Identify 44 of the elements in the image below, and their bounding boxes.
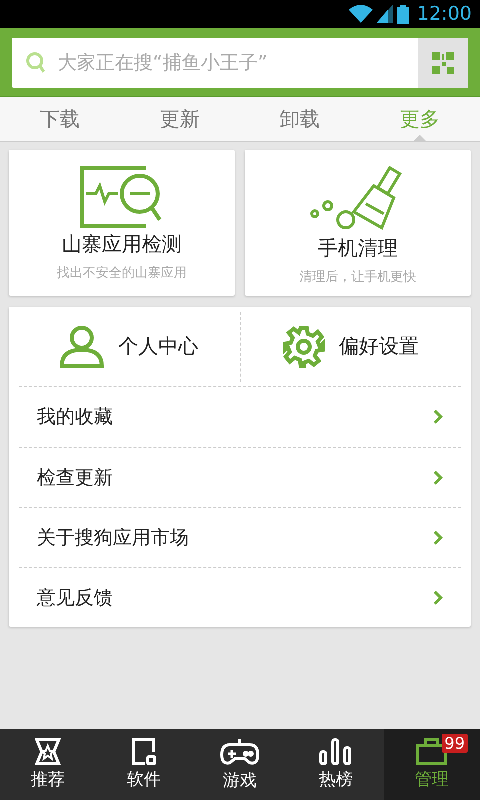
star-badge-icon — [35, 738, 61, 766]
shortcut-label[interactable]: 个人中心 — [118, 333, 198, 360]
person-icon — [60, 326, 104, 368]
feature-card[interactable]: 手机清理 清理后，让手机更快 — [245, 150, 471, 296]
bar-chart-icon — [319, 738, 353, 766]
clock-time: 12:00 — [417, 3, 472, 25]
qr-code-button[interactable] — [418, 38, 468, 88]
signal-icon — [377, 5, 394, 23]
monitor-magnifier-icon — [80, 166, 164, 228]
wifi-icon — [349, 5, 374, 23]
feature-card[interactable]: 山寨应用检测 找出不安全的山寨应用 — [9, 150, 235, 296]
menu-item[interactable]: 我的收藏 — [19, 387, 461, 447]
card-subtitle: 清理后，让手机更快 — [300, 269, 416, 286]
menu-item-label: 意见反馈 — [37, 586, 113, 610]
qr-code-icon — [432, 52, 454, 74]
nav-tab[interactable]: 推荐 — [0, 729, 96, 800]
battery-icon — [397, 4, 410, 24]
tab[interactable]: 卸载 — [240, 97, 360, 141]
nav-tab[interactable]: 软件 — [96, 729, 192, 800]
card-subtitle: 找出不安全的山寨应用 — [57, 265, 187, 282]
gear-icon — [282, 326, 325, 368]
menu-item[interactable]: 检查更新 — [19, 447, 461, 507]
chevron-right-icon — [433, 470, 443, 486]
nav-tab[interactable]: 游戏 — [192, 729, 288, 800]
chevron-right-icon — [433, 590, 443, 606]
menu-item-label: 检查更新 — [37, 466, 113, 490]
gamepad-icon — [220, 737, 260, 767]
search-bar[interactable]: 大家正在搜“捕鱼小王子” — [12, 38, 468, 88]
menu-item-label: 我的收藏 — [37, 405, 113, 430]
menu-item[interactable]: 关于搜狗应用市场 — [19, 507, 461, 567]
card-title: 山寨应用检测 — [62, 231, 182, 258]
nav-tab[interactable]: 热榜 — [288, 729, 384, 800]
chevron-right-icon — [433, 530, 443, 546]
nav-tab[interactable]: 管理 99 — [384, 729, 480, 800]
shortcut-label[interactable]: 偏好设置 — [338, 333, 419, 360]
chevron-right-icon — [433, 409, 443, 425]
tablet-icon — [131, 738, 157, 766]
menu-item-label: 关于搜狗应用市场 — [37, 526, 189, 550]
count-badge: 99 — [442, 734, 468, 753]
tab[interactable]: 更新 — [120, 97, 240, 141]
tab[interactable]: 下载 — [0, 97, 120, 141]
menu-item[interactable]: 意见反馈 — [19, 567, 461, 627]
card-title: 手机清理 — [318, 235, 398, 262]
search-icon — [26, 52, 46, 74]
